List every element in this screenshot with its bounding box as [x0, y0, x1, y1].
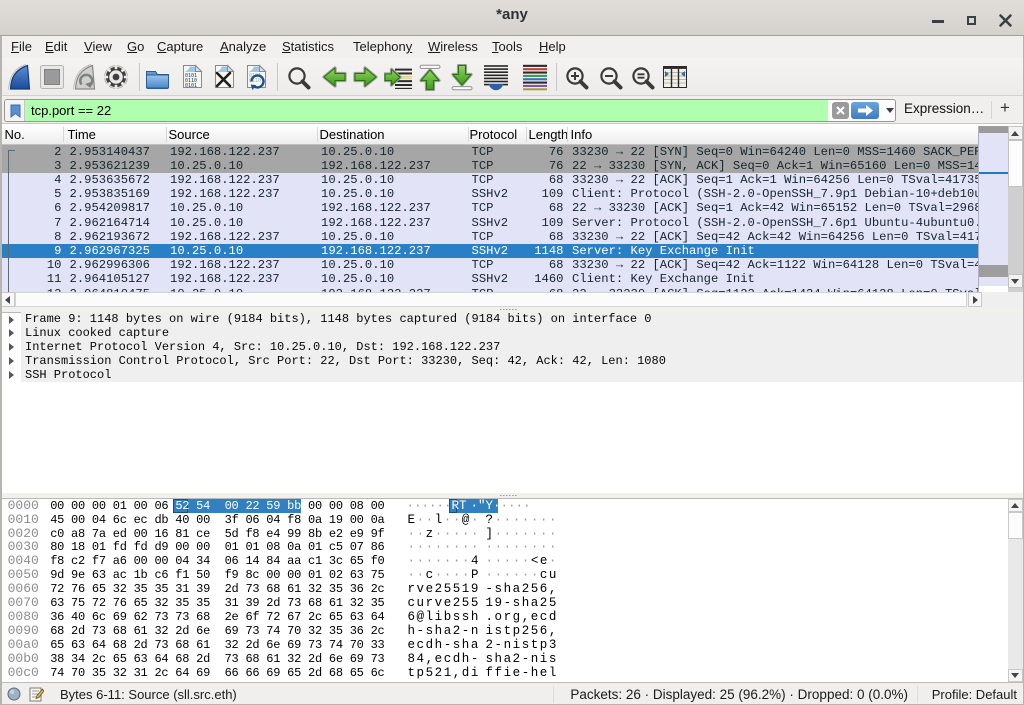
- svg-text:0101: 0101: [185, 83, 197, 89]
